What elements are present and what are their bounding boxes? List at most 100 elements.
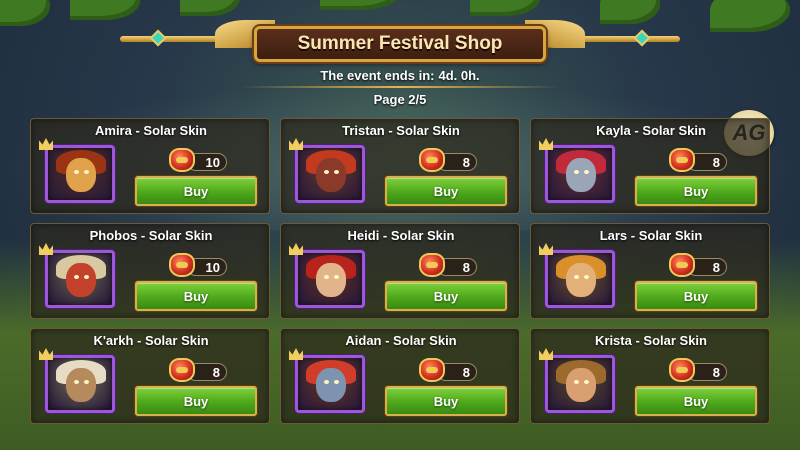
item-price: 8: [669, 148, 727, 173]
gem-icon: [149, 29, 167, 47]
hero-portrait[interactable]: [545, 355, 615, 413]
leaf-decoration: [0, 0, 50, 26]
page-indicator: Page 2/5: [373, 92, 427, 107]
item-price: 10: [169, 148, 227, 173]
portrait-eye: [334, 275, 339, 279]
portrait-face: [66, 263, 96, 297]
portrait-eye: [574, 275, 579, 279]
portrait-face: [316, 158, 346, 192]
portrait-eye: [574, 170, 579, 174]
banner-wing-right: [525, 20, 680, 52]
portrait-eye: [574, 380, 579, 384]
shop-item-card: Kayla - Solar Skin 8 Buy: [530, 118, 770, 214]
festival-token-icon: [419, 358, 445, 382]
crown-icon: [289, 138, 303, 150]
hero-portrait[interactable]: [295, 355, 365, 413]
banner-wing-left: [120, 20, 275, 52]
buy-button[interactable]: Buy: [135, 281, 257, 311]
portrait-eye: [334, 170, 339, 174]
item-price: 8: [669, 358, 727, 383]
portrait-face: [566, 263, 596, 297]
divider: [240, 86, 560, 88]
portrait-eye: [584, 275, 589, 279]
hero-portrait[interactable]: [545, 145, 615, 203]
crown-icon: [289, 348, 303, 360]
portrait-eye: [584, 380, 589, 384]
crown-icon: [39, 243, 53, 255]
leaf-decoration: [70, 0, 140, 20]
buy-button[interactable]: Buy: [385, 281, 507, 311]
item-price: 8: [169, 358, 227, 383]
crown-icon: [539, 138, 553, 150]
item-title: Phobos - Solar Skin: [89, 228, 213, 243]
portrait-eye: [324, 380, 329, 384]
crown-icon: [289, 243, 303, 255]
festival-token-icon: [669, 148, 695, 172]
item-price: 8: [669, 253, 727, 278]
gem-icon: [633, 29, 651, 47]
festival-token-icon: [419, 148, 445, 172]
festival-token-icon: [169, 253, 195, 277]
crown-icon: [39, 138, 53, 150]
festival-token-icon: [419, 253, 445, 277]
crown-icon: [39, 348, 53, 360]
shop-item-card: Krista - Solar Skin 8 Buy: [530, 328, 770, 424]
portrait-face: [66, 158, 96, 192]
leaf-decoration: [320, 0, 400, 10]
leaf-decoration: [470, 0, 540, 16]
festival-token-icon: [669, 253, 695, 277]
event-timer-label: The event ends in:: [320, 67, 435, 83]
buy-button[interactable]: Buy: [385, 386, 507, 416]
item-price: 8: [419, 358, 477, 383]
leaf-decoration: [710, 0, 790, 32]
buy-button[interactable]: Buy: [635, 176, 757, 206]
hero-portrait[interactable]: [295, 145, 365, 203]
crown-icon: [539, 348, 553, 360]
portrait-eye: [74, 170, 79, 174]
shop-item-card: Tristan - Solar Skin 8 Buy: [280, 118, 520, 214]
item-title: Kayla - Solar Skin: [596, 123, 706, 138]
portrait-face: [316, 263, 346, 297]
festival-token-icon: [169, 358, 195, 382]
item-title: Lars - Solar Skin: [599, 228, 703, 243]
buy-button[interactable]: Buy: [635, 386, 757, 416]
item-title: Tristan - Solar Skin: [342, 123, 460, 138]
shop-item-card: Amira - Solar Skin 10 Buy: [30, 118, 270, 214]
item-title: K'arkh - Solar Skin: [93, 333, 209, 348]
portrait-eye: [334, 380, 339, 384]
item-title: Heidi - Solar Skin: [347, 228, 455, 243]
shop-item-card: K'arkh - Solar Skin 8 Buy: [30, 328, 270, 424]
portrait-eye: [84, 275, 89, 279]
portrait-eye: [84, 380, 89, 384]
portrait-eye: [74, 380, 79, 384]
item-price: 8: [419, 148, 477, 173]
portrait-eye: [324, 275, 329, 279]
hero-portrait[interactable]: [45, 250, 115, 308]
buy-button[interactable]: Buy: [385, 176, 507, 206]
portrait-eye: [584, 170, 589, 174]
hero-portrait[interactable]: [545, 250, 615, 308]
hero-portrait[interactable]: [45, 355, 115, 413]
item-title: Amira - Solar Skin: [95, 123, 207, 138]
portrait-face: [566, 368, 596, 402]
buy-button[interactable]: Buy: [635, 281, 757, 311]
shop-item-grid: Amira - Solar Skin 10 Buy Tristan - Solar S…: [30, 118, 770, 448]
shop-item-card: Lars - Solar Skin 8 Buy: [530, 223, 770, 319]
hero-portrait[interactable]: [295, 250, 365, 308]
event-timer-value: 4d. 0h.: [438, 67, 480, 83]
buy-button[interactable]: Buy: [135, 386, 257, 416]
portrait-eye: [74, 275, 79, 279]
buy-button[interactable]: Buy: [135, 176, 257, 206]
item-title: Aidan - Solar Skin: [345, 333, 457, 348]
banner-plate: Summer Festival Shop: [254, 26, 546, 62]
portrait-eye: [324, 170, 329, 174]
leaf-decoration: [180, 0, 240, 16]
shop-item-card: Phobos - Solar Skin 10 Buy: [30, 223, 270, 319]
item-title: Krista - Solar Skin: [595, 333, 707, 348]
portrait-eye: [84, 170, 89, 174]
item-price: 10: [169, 253, 227, 278]
page-title: Summer Festival Shop: [297, 33, 503, 54]
portrait-face: [66, 368, 96, 402]
portrait-face: [566, 158, 596, 192]
hero-portrait[interactable]: [45, 145, 115, 203]
